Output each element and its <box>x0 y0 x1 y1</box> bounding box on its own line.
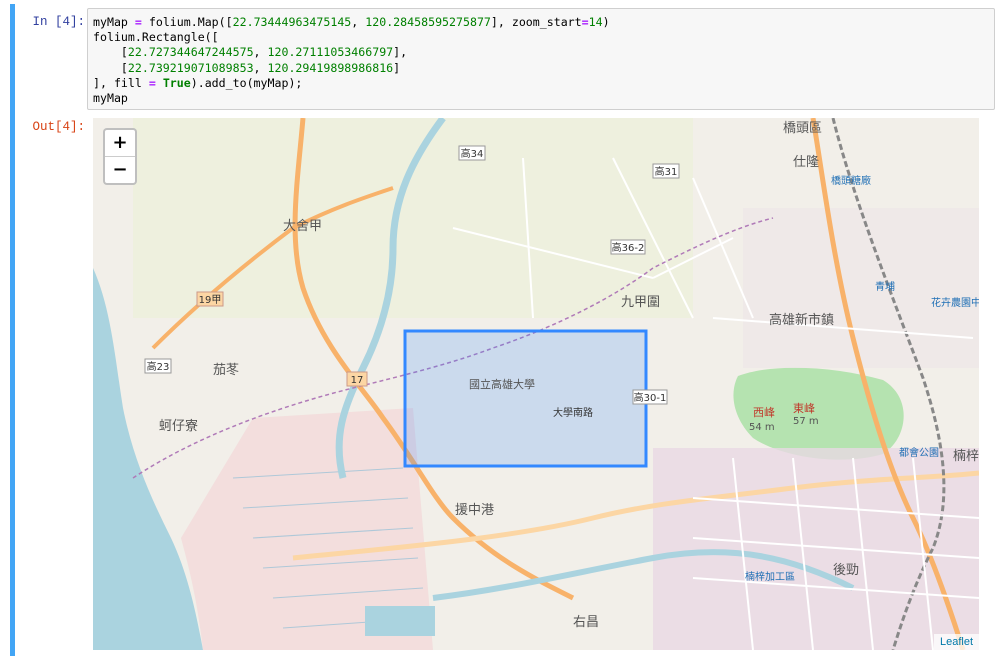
road-label: 高36-2 <box>612 241 645 254</box>
place-label: 高雄新市鎮 <box>769 312 834 328</box>
code-input-area[interactable]: myMap = folium.Map([22.73444963475145, 1… <box>87 8 995 110</box>
place-label: 九甲圍 <box>621 295 660 310</box>
code-token: 22.73444963475145 <box>232 15 352 29</box>
new-town-area <box>743 208 979 368</box>
place-label: 後勁 <box>833 563 859 578</box>
place-label: 蚵仔寮 <box>159 418 198 434</box>
code-token: , <box>253 45 261 60</box>
poi-label: 花卉農園中心 <box>931 296 979 309</box>
place-label: 茄苳 <box>213 363 239 378</box>
place-label: 右昌 <box>573 615 599 630</box>
code-token: 14 <box>588 15 603 29</box>
road-label: 高31 <box>655 165 678 178</box>
street-label: 大學南路 <box>553 406 593 419</box>
code-token: 120.27111053466797 <box>267 45 394 60</box>
code-token: myMap <box>93 15 128 29</box>
code-token: folium.Map([ <box>148 15 233 29</box>
code-token: [ <box>93 60 128 75</box>
place-label: 大舍甲 <box>283 219 322 234</box>
output-prompt: Out[4]: <box>32 120 85 134</box>
code-token: 22.739219071089853 <box>127 60 254 75</box>
code-editor[interactable]: myMap = folium.Map([22.73444963475145, 1… <box>88 9 994 112</box>
place-label: 楠梓 <box>953 449 979 464</box>
road-label: 17 <box>351 375 364 386</box>
code-token: = <box>581 15 589 29</box>
code-token: ], fill <box>93 75 149 90</box>
code-token: ] <box>393 60 401 75</box>
road-label: 高30-1 <box>634 391 667 404</box>
code-token: myMap <box>93 91 128 106</box>
zoom-control: + − <box>103 128 137 185</box>
map-tiles: 高34 高31 高36-2 高23 高30-1 19甲 17 橋頭區 仕隆 橋頭… <box>93 118 979 650</box>
station-label: 青埔 <box>875 280 895 293</box>
leaflet-map[interactable]: 高34 高31 高36-2 高23 高30-1 19甲 17 橋頭區 仕隆 橋頭… <box>93 118 979 650</box>
code-token: ).add_to(myMap); <box>190 75 303 90</box>
code-token: ) <box>602 15 610 29</box>
notebook-cell[interactable]: In [4]: myMap = folium.Map([22.734449634… <box>10 4 1002 656</box>
place-label: 橋頭區 <box>783 121 822 136</box>
zoom-in-button[interactable]: + <box>105 130 135 156</box>
code-token: = <box>148 75 156 90</box>
code-token: 22.727344647244575 <box>127 45 254 60</box>
code-token: folium.Rectangle([ <box>93 30 219 45</box>
zoom-out-button[interactable]: − <box>105 156 135 183</box>
input-prompt: In [4]: <box>32 15 85 29</box>
elevation-label: 54 m <box>749 422 775 433</box>
place-label: 援中港 <box>455 503 494 518</box>
poi-label: 都會公園 <box>899 446 939 459</box>
folium-rectangle[interactable] <box>403 329 648 468</box>
poi-label: 國立高雄大學 <box>469 377 535 391</box>
code-token: , <box>253 60 261 75</box>
road-label: 高34 <box>461 147 484 160</box>
code-token: [ <box>93 45 128 60</box>
code-token: ], <box>393 45 408 60</box>
poi-label: 楠梓加工區 <box>745 570 795 583</box>
peak-label: 東峰 <box>793 402 815 415</box>
peak-label: 西峰 <box>753 406 775 419</box>
code-token: 120.29419898986816 <box>267 60 394 75</box>
place-label: 仕隆 <box>793 155 819 170</box>
pond <box>365 606 435 636</box>
code-token: 120.28458595275877 <box>365 15 491 29</box>
code-token: = <box>134 15 142 29</box>
road-label: 19甲 <box>199 295 222 306</box>
road-label: 高23 <box>147 360 170 373</box>
code-token: True <box>162 75 191 90</box>
elevation-label: 57 m <box>793 416 819 427</box>
leaflet-attribution-link[interactable]: Leaflet <box>933 634 979 650</box>
station-label: 橋頭糖廠 <box>831 174 871 187</box>
code-token: , <box>351 15 359 29</box>
code-token: ], zoom_start <box>490 15 582 29</box>
